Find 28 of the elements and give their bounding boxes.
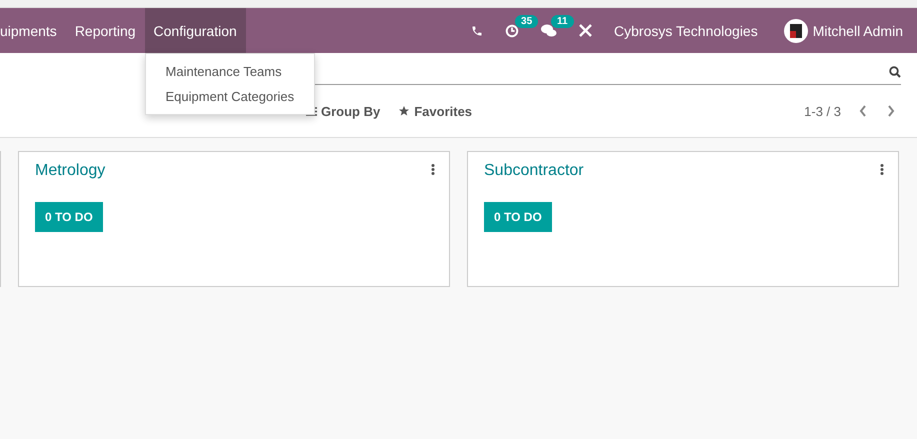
star-icon (398, 105, 410, 117)
todo-button[interactable]: 0 TO DO (35, 202, 103, 232)
count-badge: 11 (551, 14, 574, 28)
chevron-left-icon[interactable] (859, 105, 867, 117)
search-icon[interactable] (889, 66, 901, 78)
team-card[interactable]: Metrology 0 TO DO (18, 151, 450, 287)
company-name[interactable]: Cybrosys Technologies (614, 22, 758, 38)
todo-button[interactable]: 0 TO DO (484, 202, 552, 232)
pager-value[interactable]: 1-3 / 3 (804, 104, 841, 118)
dropdown-item[interactable]: Maintenance Teams (146, 59, 314, 84)
clock-icon[interactable] (505, 24, 520, 38)
avatar-icon[interactable] (784, 18, 808, 42)
more-icon[interactable] (431, 164, 435, 175)
chevron-right-icon[interactable] (887, 105, 895, 117)
more-icon[interactable] (880, 164, 884, 175)
menu-item[interactable]: Reporting (66, 8, 145, 53)
phone-icon[interactable] (471, 24, 484, 36)
chat-icon[interactable] (541, 24, 558, 38)
card-title[interactable]: Subcontractor (484, 162, 882, 180)
favorites-button[interactable]: Favorites (398, 104, 472, 118)
menu-item[interactable]: Configuration (144, 8, 246, 53)
count-badge: 35 (515, 14, 538, 28)
team-card[interactable]: Subcontractor 0 TO DO (467, 151, 899, 287)
list-icon (306, 106, 317, 116)
tools-icon[interactable] (579, 24, 592, 37)
menu-item[interactable]: uipments (0, 8, 66, 53)
user-name[interactable]: Mitchell Admin (812, 22, 903, 38)
card-title[interactable]: Metrology (35, 162, 433, 180)
